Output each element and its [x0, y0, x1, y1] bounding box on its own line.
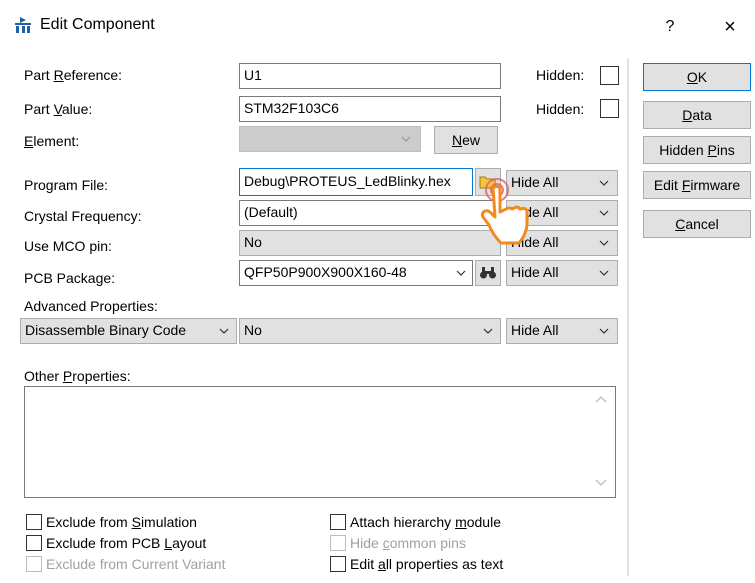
exclude-pcb-layout-label: Exclude from PCB Layout — [46, 535, 207, 551]
scroll-down-icon[interactable] — [594, 478, 608, 488]
advanced-properties-label: Advanced Properties: — [24, 298, 158, 314]
advanced-property-select[interactable]: Disassemble Binary Code — [20, 318, 237, 344]
part-reference-input[interactable]: U1 — [239, 63, 501, 89]
advanced-visibility-chevron-down-icon — [599, 328, 609, 334]
hide-common-pins-label: Hide common pins — [350, 535, 466, 551]
hide-common-pins-checkbox[interactable] — [330, 535, 346, 551]
attach-hierarchy-label: Attach hierarchy module — [350, 514, 501, 530]
part-value-hidden-checkbox[interactable] — [600, 99, 619, 118]
program-file-chevron-down-icon — [599, 180, 609, 186]
binoculars-icon — [480, 267, 496, 279]
attach-hierarchy-checkbox[interactable] — [330, 514, 346, 530]
crystal-frequency-chevron-down-icon — [599, 210, 609, 216]
exclude-current-variant-label: Exclude from Current Variant — [46, 556, 226, 572]
vertical-divider — [627, 58, 629, 576]
scroll-up-icon[interactable] — [594, 394, 608, 404]
edit-all-properties-checkbox[interactable] — [330, 556, 346, 572]
pcb-package-select[interactable]: QFP50P900X900X160-48 — [239, 260, 473, 286]
advanced-value-select[interactable]: No — [239, 318, 501, 344]
exclude-simulation-checkbox[interactable] — [26, 514, 42, 530]
pcb-preview-button[interactable] — [475, 260, 501, 286]
cancel-button[interactable]: Cancel — [643, 210, 751, 238]
other-properties-label: Other Properties: — [24, 368, 131, 384]
exclude-pcb-layout-checkbox[interactable] — [26, 535, 42, 551]
pcb-package-chevron-down-icon — [456, 270, 466, 276]
part-value-input[interactable]: STM32F103C6 — [239, 96, 501, 122]
use-mco-pin-select[interactable]: No — [239, 230, 501, 256]
use-mco-pin-chevron-down-icon — [599, 240, 609, 246]
program-file-label: Program File: — [24, 177, 109, 193]
edit-firmware-button[interactable]: Edit Firmware — [643, 171, 751, 199]
program-file-input[interactable]: Debug\PROTEUS_LedBlinky.hex — [239, 168, 473, 196]
edit-all-properties-label: Edit all properties as text — [350, 556, 504, 572]
data-button[interactable]: Data — [643, 101, 751, 129]
use-mco-pin-label: Use MCO pin: — [24, 238, 112, 254]
crystal-frequency-input[interactable]: (Default) — [239, 200, 501, 226]
part-value-label: Part Value: — [24, 101, 93, 117]
ok-button[interactable]: OK — [643, 63, 751, 91]
title-bar: Edit Component ? × — [0, 0, 755, 48]
exclude-current-variant-checkbox[interactable] — [26, 556, 42, 572]
help-button[interactable]: ? — [655, 12, 685, 42]
other-properties-textarea[interactable] — [24, 386, 616, 498]
element-label: Element: — [24, 133, 80, 149]
hidden-pins-button[interactable]: Hidden Pins — [643, 136, 751, 164]
part-reference-hidden-label: Hidden: — [536, 67, 585, 83]
exclude-simulation-label: Exclude from Simulation — [46, 514, 197, 530]
element-chevron-down-icon — [401, 136, 411, 142]
part-value-hidden-label: Hidden: — [536, 101, 585, 117]
new-element-button[interactable]: New — [434, 126, 498, 154]
part-reference-label: Part Reference: — [24, 67, 123, 83]
hand-pointer-icon — [480, 178, 529, 245]
window-title: Edit Component — [40, 16, 155, 33]
crystal-frequency-label: Crystal Frequency: — [24, 208, 142, 224]
part-reference-hidden-checkbox[interactable] — [600, 66, 619, 85]
advanced-value-chevron-down-icon — [483, 328, 493, 334]
pcb-package-visibility-chevron-down-icon — [599, 270, 609, 276]
pcb-package-label: PCB Package: — [24, 270, 116, 286]
advanced-property-chevron-down-icon — [219, 328, 229, 334]
component-icon — [15, 17, 31, 33]
close-button[interactable]: × — [715, 12, 745, 42]
element-select[interactable] — [239, 126, 421, 152]
